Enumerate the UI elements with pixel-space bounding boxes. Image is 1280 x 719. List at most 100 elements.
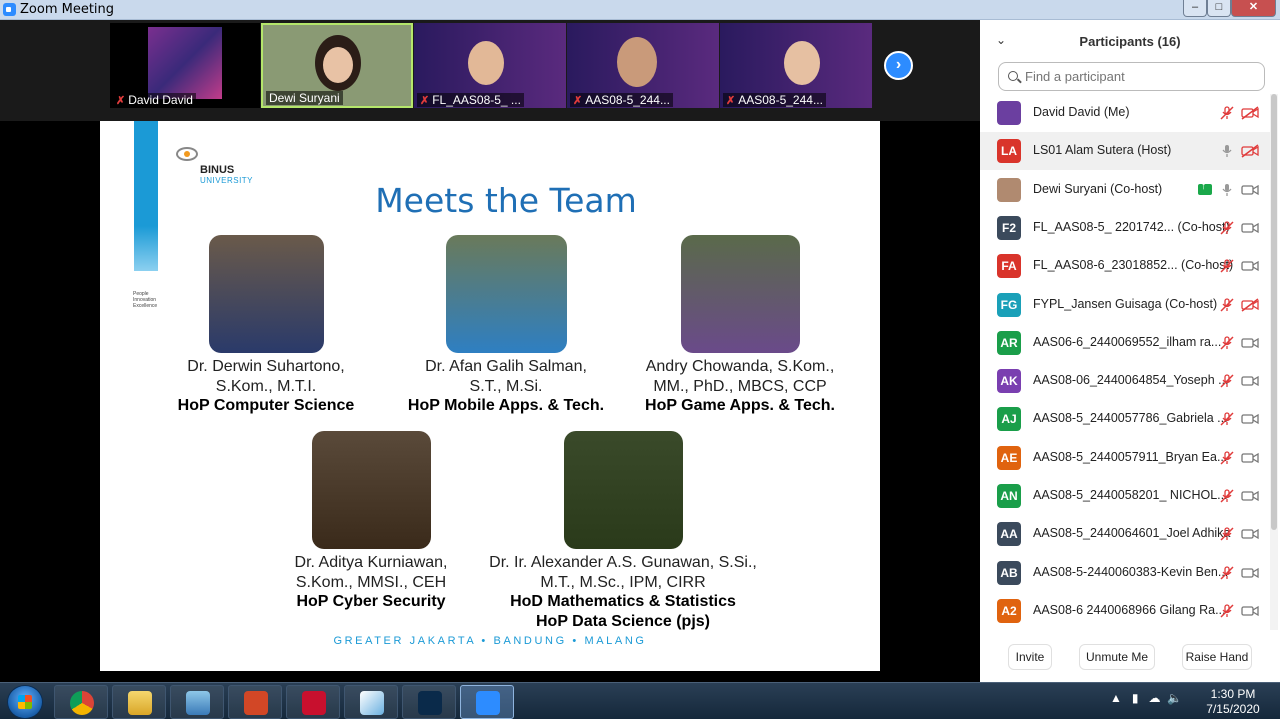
mic-muted-icon[interactable]	[1220, 106, 1234, 120]
mic-muted-icon: ✗	[726, 95, 736, 107]
avatar: AA	[997, 522, 1021, 547]
next-page-button[interactable]: ›	[884, 51, 913, 80]
video-tile[interactable]: Dewi Suryani	[261, 23, 413, 108]
volume-icon[interactable]: 🔈	[1167, 691, 1182, 705]
mic-muted-icon[interactable]	[1220, 451, 1234, 465]
video-tile[interactable]: ✗ AAS08-5_244...	[567, 23, 719, 108]
network-icon[interactable]: ▮	[1132, 691, 1139, 705]
camera-icon[interactable]	[1241, 566, 1259, 580]
explorer-icon	[128, 691, 152, 715]
window-titlebar: Zoom Meeting – □ ✕	[0, 0, 1280, 20]
mic-muted-icon[interactable]	[1220, 412, 1234, 426]
mic-muted-icon[interactable]	[1220, 259, 1234, 273]
camera-icon[interactable]	[1241, 527, 1259, 541]
participant-search-input[interactable]	[1025, 69, 1245, 84]
mic-muted-icon[interactable]	[1220, 565, 1234, 580]
maximize-button[interactable]: □	[1207, 0, 1231, 17]
participant-row[interactable]: David David (Me)	[980, 94, 1270, 132]
mic-muted-icon[interactable]	[1220, 604, 1234, 618]
system-tray: ▲ ▮ ☁ 🔈	[1110, 691, 1182, 705]
share-screen-icon	[1198, 181, 1212, 195]
participants-header: ⌄ Participants (16)	[980, 20, 1280, 62]
participant-row[interactable]: F2 FL_AAS08-5_ 2201742... (Co-host)	[980, 209, 1270, 247]
taskbar-app-button[interactable]	[460, 685, 514, 719]
camera-icon[interactable]	[1241, 451, 1259, 465]
participant-row[interactable]: AR AAS06-6_2440069552_ilham ra...	[980, 324, 1270, 362]
taskbar-app-button[interactable]	[228, 685, 282, 719]
minimize-button[interactable]: –	[1183, 0, 1207, 17]
video-tile[interactable]: ✗ David David	[110, 23, 260, 108]
slide-footer: GREATER JAKARTA • BANDUNG • MALANG	[333, 635, 647, 647]
participant-name: David David (Me)	[1033, 105, 1130, 119]
shared-slide: People Innovation Excellence BINUS UNIVE…	[100, 121, 880, 671]
taskbar-app-button[interactable]	[112, 685, 166, 719]
photoshop-icon	[418, 691, 442, 715]
video-tile[interactable]: ✗ AAS08-5_244...	[720, 23, 872, 108]
member-photo	[563, 431, 683, 549]
participant-row[interactable]: AN AAS08-5_2440058201_ NICHOL...	[980, 477, 1270, 515]
mic-icon[interactable]	[1220, 144, 1234, 158]
unmute-me-button[interactable]: Unmute Me	[1079, 644, 1155, 670]
binus-anniversary-logo	[148, 27, 222, 99]
camera-off-icon[interactable]	[1241, 297, 1259, 312]
mic-muted-icon: ✗	[116, 95, 126, 107]
taskbar-app-button[interactable]	[344, 685, 398, 719]
mic-muted-icon[interactable]	[1220, 297, 1234, 312]
participants-scrollbar[interactable]	[1270, 94, 1278, 630]
mic-muted-icon[interactable]	[1220, 489, 1234, 503]
tray-arrow-icon[interactable]: ▲	[1110, 691, 1122, 705]
participant-row[interactable]: LA LS01 Alam Sutera (Host)	[980, 132, 1270, 171]
avatar: FA	[997, 254, 1021, 279]
team-member: Dr. Aditya Kurniawan, S.Kom., MMSI., CEH…	[286, 431, 456, 612]
camera-icon[interactable]	[1241, 221, 1259, 235]
team-member: Andry Chowanda, S.Kom., MM., PhD., MBCS,…	[640, 235, 840, 416]
close-button[interactable]: ✕	[1231, 0, 1276, 17]
participant-row[interactable]: Dewi Suryani (Co-host)	[980, 171, 1270, 209]
participant-name: FL_AAS08-5_ 2201742... (Co-host)	[1033, 219, 1230, 234]
camera-off-icon[interactable]	[1241, 106, 1259, 120]
taskbar-app-button[interactable]	[54, 685, 108, 719]
start-button[interactable]	[7, 685, 43, 719]
taskbar-app-button[interactable]	[402, 685, 456, 719]
mic-muted-icon[interactable]	[1220, 374, 1234, 388]
camera-icon[interactable]	[1241, 183, 1259, 197]
participant-row[interactable]: AK AAS08-06_2440064854_Yoseph ...	[980, 362, 1270, 400]
taskbar-app-button[interactable]	[286, 685, 340, 719]
camera-icon[interactable]	[1241, 604, 1259, 618]
team-member: Dr. Ir. Alexander A.S. Gunawan, S.Si., M…	[482, 431, 764, 631]
taskbar-clock[interactable]: 1:30 PM 7/15/2020	[1200, 687, 1266, 717]
participant-face	[784, 41, 820, 85]
avatar	[997, 177, 1021, 202]
video-tile[interactable]: ✗ FL_AAS08-5_ ...	[414, 23, 566, 108]
participant-row[interactable]: FG FYPL_Jansen Guisaga (Co-host)	[980, 286, 1270, 324]
mic-icon[interactable]	[1220, 183, 1234, 197]
camera-icon[interactable]	[1241, 412, 1259, 426]
mic-muted-icon[interactable]	[1220, 336, 1234, 350]
raise-hand-button[interactable]: Raise Hand	[1182, 644, 1252, 670]
scrollbar-thumb[interactable]	[1271, 94, 1277, 530]
invite-button[interactable]: Invite	[1008, 644, 1052, 670]
participant-row[interactable]: AB AAS08-5-2440060383-Kevin Ben...	[980, 554, 1270, 592]
participant-row[interactable]: A2 AAS08-6 2440068966 Gilang Ra...	[980, 592, 1270, 630]
mic-muted-icon: ✗	[420, 95, 430, 107]
mic-muted-icon[interactable]	[1220, 527, 1234, 541]
participant-row[interactable]: AA AAS08-5_2440064601_Joel Adhika	[980, 515, 1270, 553]
avatar: LA	[997, 139, 1021, 164]
cloud-icon[interactable]: ☁	[1149, 691, 1161, 705]
avatar: AK	[997, 369, 1021, 394]
participant-row[interactable]: FA FL_AAS08-6_23018852... (Co-host)	[980, 247, 1270, 285]
participant-row[interactable]: AE AAS08-5_2440057911_Bryan Ea...	[980, 439, 1270, 477]
camera-off-icon[interactable]	[1241, 144, 1259, 158]
tile-label: ✗ FL_AAS08-5_ ...	[417, 93, 524, 107]
taskbar-app-button[interactable]	[170, 685, 224, 719]
camera-icon[interactable]	[1241, 489, 1259, 503]
camera-icon[interactable]	[1241, 259, 1259, 273]
participant-row[interactable]: AJ AAS08-5_2440057786_Gabriela ...	[980, 400, 1270, 438]
participants-panel: ⌄ Participants (16) David David (Me) LA LS…	[980, 20, 1280, 682]
camera-icon[interactable]	[1241, 374, 1259, 388]
mic-muted-icon[interactable]	[1220, 221, 1234, 235]
notes-icon	[186, 691, 210, 715]
participant-name: AAS08-5_2440057911_Bryan Ea...	[1033, 449, 1228, 464]
camera-icon[interactable]	[1241, 336, 1259, 350]
participant-search[interactable]	[998, 62, 1265, 91]
